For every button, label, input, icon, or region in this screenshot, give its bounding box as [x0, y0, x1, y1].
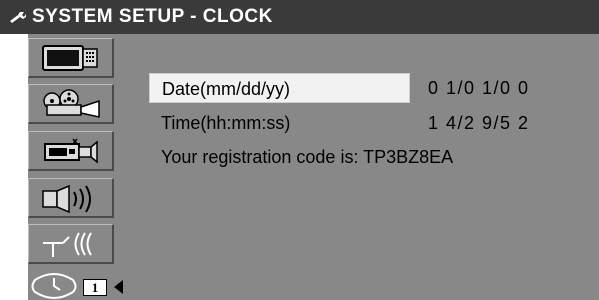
title-bar: SYSTEM SETUP - CLOCK: [0, 0, 599, 34]
video-camera-icon: [43, 89, 100, 118]
date-field[interactable]: Date(mm/dd/yy): [149, 73, 410, 103]
sidebar-item-camcorder[interactable]: [28, 131, 114, 171]
time-value: 1 4/2 9/5 2: [428, 113, 530, 133]
camcorder-icon: [44, 138, 98, 164]
page-number-badge: 1: [83, 279, 107, 296]
tv-monitor-icon: [42, 45, 98, 71]
page-title: SYSTEM SETUP - CLOCK: [32, 6, 273, 27]
sidebar-item-antenna[interactable]: [28, 224, 114, 264]
date-value: 0 1/0 1/0 0: [428, 78, 530, 98]
antenna-icon: [43, 232, 92, 257]
sidebar-item-video[interactable]: [28, 84, 114, 124]
sidebar-item-audio[interactable]: [28, 178, 114, 218]
setup-sidebar: 1: [28, 34, 123, 300]
registration-code-text: Your registration code is: TP3BZ8EA: [161, 147, 454, 167]
clock-icon: [31, 273, 77, 299]
sidebar-item-clock[interactable]: 1: [28, 270, 148, 300]
time-field[interactable]: Time(hh:mm:ss): [161, 108, 290, 138]
sidebar-item-display[interactable]: [28, 38, 114, 78]
wrench-icon: [10, 12, 26, 23]
clock-setup-screen: SYSTEM SETUP - CLOCK 1 Date(mm/dd/yy) 0 …: [0, 0, 599, 300]
left-arrow-icon[interactable]: [114, 280, 123, 294]
speaker-icon: [42, 184, 91, 213]
